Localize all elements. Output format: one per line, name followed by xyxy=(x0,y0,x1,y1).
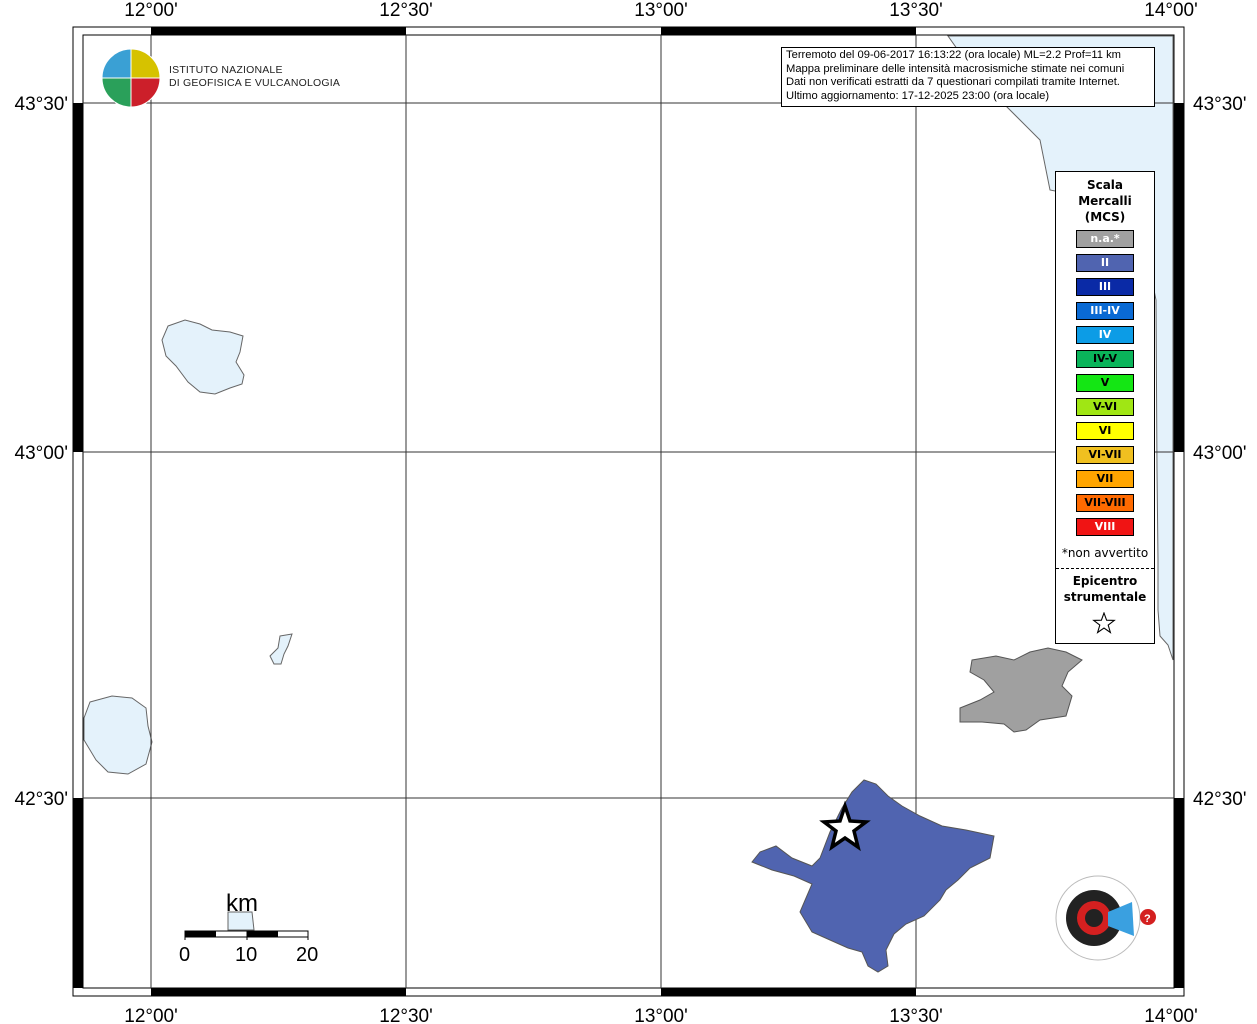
lat-label-left-2: 42°30' xyxy=(15,789,69,810)
lat-label-right-1: 43°00' xyxy=(1193,443,1247,464)
mcs-legend: Scala Mercalli (MCS) n.a.* II III III-IV IV I… xyxy=(1055,171,1155,644)
legend-item-10: VII xyxy=(1076,470,1134,488)
legend-item-9: VI-VII xyxy=(1076,446,1134,464)
lat-label-left-0: 43°30' xyxy=(15,94,69,115)
legend-item-8: VI xyxy=(1076,422,1134,440)
legend-item-0: n.a.* xyxy=(1076,230,1134,248)
legend-note: *non avvertito xyxy=(1061,546,1149,560)
logo-line-2: DI GEOFISICA E VULCANOLOGIA xyxy=(169,77,341,89)
legend-title-line-2: Mercalli xyxy=(1078,194,1132,208)
logo-line-1: ISTITUTO NAZIONALE xyxy=(169,64,283,76)
legend-star-icon xyxy=(1092,612,1116,634)
scale-label-10: 10 xyxy=(235,944,258,966)
lon-label-bottom-1: 12°30' xyxy=(379,1006,433,1024)
svg-text:?: ? xyxy=(1144,913,1151,925)
lat-label-right-2: 42°30' xyxy=(1193,789,1247,810)
legend-item-4: IV xyxy=(1076,326,1134,344)
lon-label-top-2: 13°00' xyxy=(634,0,688,21)
legend-epicentre-line-1: Epicentro xyxy=(1072,574,1138,588)
lon-label-top-1: 12°30' xyxy=(379,0,433,21)
legend-item-3: III-IV xyxy=(1076,302,1134,320)
legend-item-2: III xyxy=(1076,278,1134,296)
legend-epicentre-line-2: strumentale xyxy=(1063,590,1147,604)
scale-label-0: 0 xyxy=(179,944,191,966)
legend-title-line-3: (MCS) xyxy=(1084,210,1126,224)
lon-label-bottom-0: 12°00' xyxy=(124,1006,178,1024)
legend-title-line-1: Scala xyxy=(1086,178,1124,192)
ingv-logo-globe-icon xyxy=(101,48,161,108)
legend-item-5: IV-V xyxy=(1076,350,1134,368)
legend-title: Scala Mercalli (MCS) xyxy=(1056,177,1154,225)
legend-divider xyxy=(1056,568,1154,569)
scale-label-20: 20 xyxy=(296,944,319,966)
legend-item-12: VIII xyxy=(1076,518,1134,536)
info-line-2: Mappa preliminare delle intensità macros… xyxy=(786,62,1125,75)
legend-epicentre-label: Epicentro strumentale xyxy=(1056,573,1154,605)
lon-label-bottom-4: 14°00' xyxy=(1144,1006,1198,1024)
lon-label-top-4: 14°00' xyxy=(1144,0,1198,21)
lon-label-bottom-3: 13°30' xyxy=(889,1006,943,1024)
lat-label-right-0: 43°30' xyxy=(1193,94,1247,115)
legend-item-11: VII-VIII xyxy=(1076,494,1134,512)
scale-bar-title: km xyxy=(226,890,258,917)
event-info-box: Terremoto del 09-06-2017 16:13:22 (ora l… xyxy=(781,47,1155,107)
lat-label-left-1: 43°00' xyxy=(15,443,69,464)
info-line-4: Ultimo aggiornamento: 17-12-2025 23:00 (… xyxy=(786,89,1050,102)
legend-item-1: II xyxy=(1076,254,1134,272)
info-line-1: Terremoto del 09-06-2017 16:13:22 (ora l… xyxy=(786,49,1121,61)
legend-item-7: V-VI xyxy=(1076,398,1134,416)
map-inner-frame xyxy=(82,34,1175,989)
ingv-logo-text: ISTITUTO NAZIONALE DI GEOFISICA E VULCAN… xyxy=(169,64,340,90)
lon-label-bottom-2: 13°00' xyxy=(634,1006,688,1024)
lon-label-top-0: 12°00' xyxy=(124,0,178,21)
legend-item-6: V xyxy=(1076,374,1134,392)
info-line-3: Dati non verificati estratti da 7 questi… xyxy=(786,76,1120,88)
lon-label-top-3: 13°30' xyxy=(889,0,943,21)
